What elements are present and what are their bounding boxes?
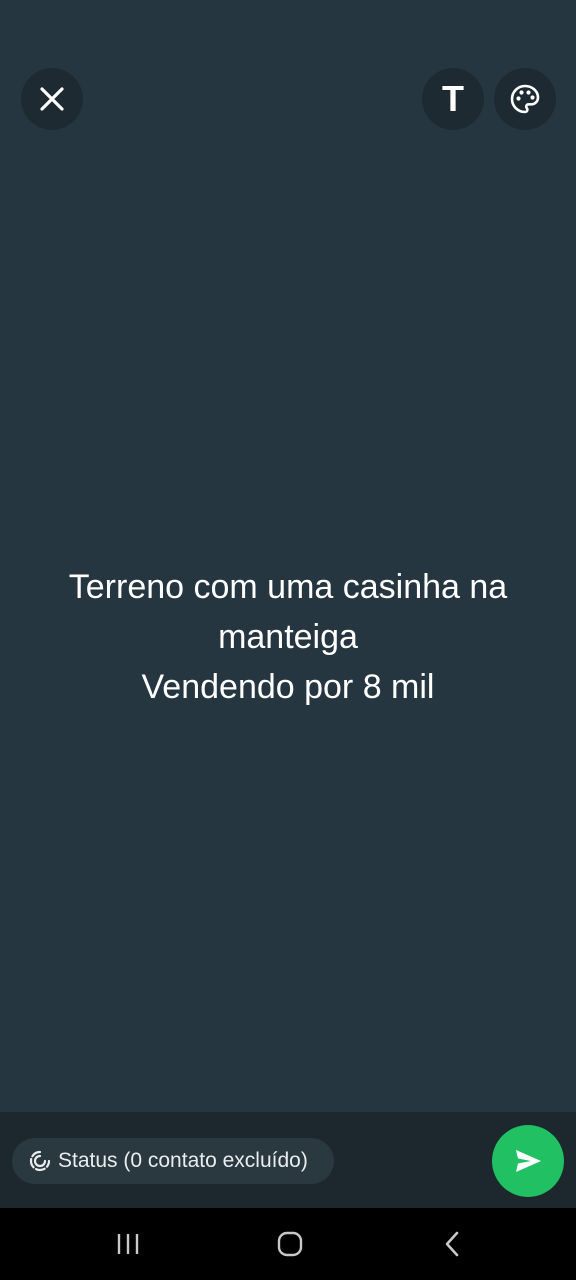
palette-icon — [510, 84, 540, 114]
status-text-content[interactable]: Terreno com uma casinha na manteiga Vend… — [20, 562, 556, 712]
status-ring-icon — [28, 1149, 52, 1173]
recents-button[interactable] — [98, 1222, 158, 1266]
back-button[interactable] — [422, 1222, 482, 1266]
home-button[interactable] — [260, 1222, 320, 1266]
home-icon — [277, 1231, 303, 1257]
recents-icon — [117, 1234, 139, 1254]
color-palette-button[interactable] — [494, 68, 556, 130]
system-navigation-bar — [0, 1208, 576, 1280]
close-icon — [40, 87, 64, 111]
send-button[interactable] — [492, 1125, 564, 1197]
close-button[interactable] — [21, 68, 83, 130]
status-audience-label: Status (0 contato excluído) — [58, 1149, 308, 1172]
status-audience-chip[interactable]: Status (0 contato excluído) — [12, 1138, 334, 1184]
send-icon — [516, 1150, 541, 1172]
status-composer-screen: T Terreno com uma casinha na manteiga Ve… — [0, 0, 576, 1280]
text-icon: T — [442, 78, 464, 119]
text-tool-button[interactable]: T — [422, 68, 484, 130]
composer-bar: Status (0 contato excluído) — [0, 1112, 576, 1208]
back-icon — [445, 1231, 459, 1257]
